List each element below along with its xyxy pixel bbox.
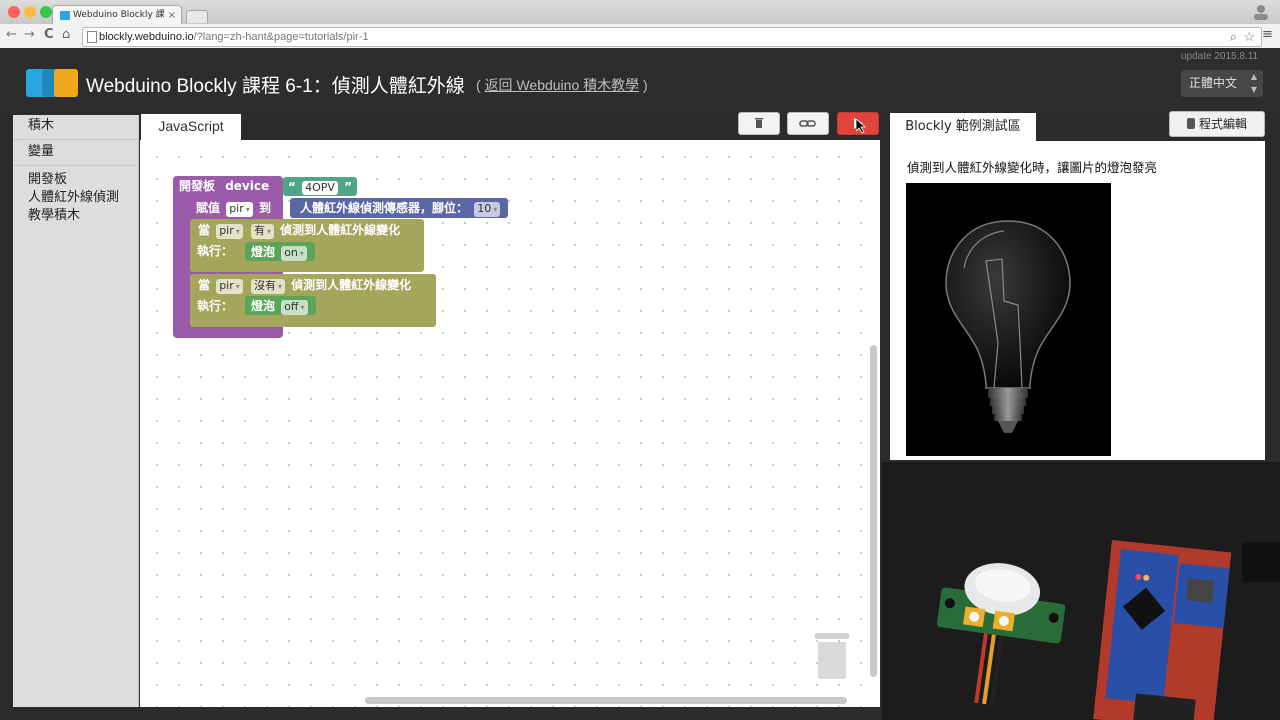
zoom-icon[interactable]: ⌕	[1230, 28, 1237, 46]
browser-tab-title: Webduino Blockly 課程 6-	[73, 10, 165, 20]
divider	[13, 165, 138, 166]
when-state-dropdown[interactable]: 有	[250, 224, 274, 239]
toolbox-category-variables[interactable]: 變量	[28, 143, 54, 161]
device-label: device	[225, 179, 270, 193]
webduino-logo-part	[54, 69, 78, 97]
assign-var-dropdown[interactable]: pir	[226, 202, 253, 217]
workspace-trash-icon[interactable]	[815, 633, 849, 679]
forward-icon[interactable]: →	[24, 28, 35, 42]
clear-workspace-button[interactable]	[738, 112, 780, 135]
share-link-button[interactable]	[787, 112, 829, 135]
home-icon[interactable]: ⌂	[62, 28, 70, 42]
paren-close: )	[643, 77, 648, 93]
window-minimize-button[interactable]	[24, 6, 36, 18]
assign-to-label: 到	[258, 201, 271, 215]
address-bar[interactable]: blockly.webduino.io/?lang=zh-hant&page=t…	[82, 27, 1262, 47]
hardware-photo	[882, 462, 1280, 720]
quote-close: ”	[344, 180, 352, 194]
language-select[interactable]: 正體中文 ▲ ▼	[1181, 70, 1263, 97]
toolbox-category-pir[interactable]: 人體紅外線偵測	[28, 189, 119, 207]
sensor-label: 人體紅外線偵測傳感器，腳位：	[300, 201, 469, 215]
trash-body	[818, 642, 846, 679]
code-edit-label: 程式編輯	[1198, 117, 1247, 131]
device-text-block[interactable]: “ 4OPV ”	[283, 177, 357, 196]
window-close-button[interactable]	[8, 6, 20, 18]
when-label: 當	[198, 278, 211, 292]
toolbox-sidebar: 積木 變量 開發板 人體紅外線偵測 教學積木	[13, 115, 139, 707]
trash-icon	[755, 118, 763, 128]
browser-menu-icon[interactable]: ≡	[1262, 28, 1273, 42]
back-link-group: ( 返回 Webduino 積木教學 )	[476, 75, 648, 95]
tab-close-icon[interactable]: ×	[168, 6, 176, 25]
light-bulb-image	[906, 183, 1111, 456]
sensor-pin-dropdown[interactable]: 10	[474, 202, 501, 217]
bulb-on-block[interactable]: 燈泡 on	[245, 242, 315, 261]
assign-label: 賦值	[196, 201, 221, 215]
select-arrows-icon: ▲ ▼	[1250, 72, 1257, 94]
url-path: /?lang=zh-hant&page=tutorials/pir-1	[193, 31, 369, 43]
webduino-favicon-icon	[60, 11, 70, 20]
toolbox-category-board[interactable]: 開發板	[28, 171, 67, 189]
browser-tab[interactable]: Webduino Blockly 課程 6- ×	[52, 5, 182, 25]
paren-open: (	[476, 77, 481, 93]
divider	[13, 139, 138, 140]
do-label: 執行：	[197, 299, 234, 313]
light-bulb-icon	[945, 220, 1071, 433]
code-edit-icon	[1186, 118, 1195, 129]
workspace-horizontal-scrollbar[interactable]	[365, 697, 847, 704]
bulb-label: 燈泡	[251, 245, 276, 259]
bookmark-star-icon[interactable]: ☆	[1243, 28, 1255, 46]
when-detect-header: 當 pir 有 偵測到人體紅外線變化	[193, 220, 405, 239]
bulb-label: 燈泡	[251, 299, 276, 313]
when-label: 當	[198, 223, 211, 237]
page-icon	[87, 31, 97, 43]
page-title: Webduino Blockly 課程 6-1：偵測人體紅外線	[86, 76, 465, 97]
when-var-dropdown[interactable]: pir	[216, 279, 243, 294]
back-to-tutorials-link[interactable]: 返回 Webduino 積木教學	[485, 77, 640, 93]
tab-javascript[interactable]: JavaScript	[141, 114, 241, 141]
device-id-field[interactable]: 4OPV	[302, 181, 338, 195]
update-date: update 2015.8.11	[1181, 51, 1259, 62]
when-text: 偵測到人體紅外線變化	[280, 223, 401, 237]
code-edit-button[interactable]: 程式編輯	[1169, 111, 1265, 137]
bulb-off-block[interactable]: 燈泡 off	[245, 296, 316, 315]
when-var-dropdown[interactable]: pir	[216, 224, 243, 239]
reload-icon[interactable]: C	[44, 28, 54, 42]
window-zoom-button[interactable]	[40, 6, 52, 18]
do-label: 執行：	[197, 244, 234, 258]
when-text: 偵測到人體紅外線變化	[291, 278, 412, 292]
example-description: 偵測到人體紅外線變化時，讓圖片的燈泡發亮	[907, 160, 1158, 175]
toolbox-category-blocks[interactable]: 積木	[28, 117, 54, 135]
quote-open: “	[288, 180, 296, 194]
new-tab-button[interactable]	[186, 10, 208, 23]
pir-sensor-block[interactable]: 人體紅外線偵測傳感器，腳位： 10	[290, 198, 509, 218]
when-not-detect-header: 當 pir 沒有 偵測到人體紅外線變化	[193, 275, 416, 294]
camera-feed-overlay	[882, 462, 1280, 720]
board-label: 開發板	[179, 179, 216, 193]
workspace-vertical-scrollbar[interactable]	[870, 345, 877, 677]
bulb-state-dropdown[interactable]: on	[281, 246, 307, 261]
bulb-state-dropdown[interactable]: off	[281, 300, 308, 315]
assign-block[interactable]: 賦值 pir 到	[190, 198, 277, 218]
link-icon	[799, 120, 816, 127]
trash-lid	[815, 633, 849, 639]
url-host: blockly.webduino.io	[99, 31, 194, 43]
when-state-dropdown[interactable]: 沒有	[250, 279, 285, 294]
board-block-header[interactable]: 開發板 device	[173, 176, 276, 196]
tab-example-test-area[interactable]: Blockly 範例測試區	[890, 113, 1036, 141]
mouse-cursor-icon	[855, 118, 867, 138]
toolbox-category-tutorial[interactable]: 教學積木	[28, 207, 80, 225]
language-value: 正體中文	[1189, 76, 1238, 90]
back-icon[interactable]: ←	[6, 28, 17, 42]
user-profile-icon[interactable]	[1252, 4, 1270, 20]
